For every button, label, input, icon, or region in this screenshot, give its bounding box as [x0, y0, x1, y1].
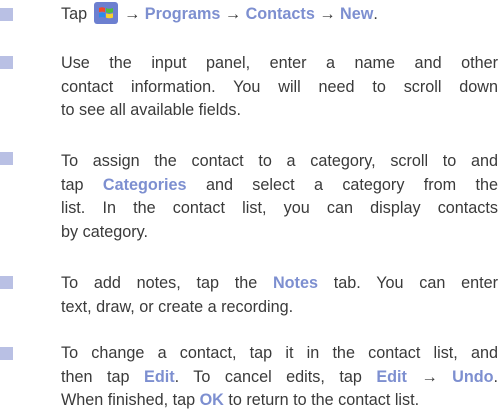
step-3-line-2-post: and select a category from the — [205, 175, 499, 194]
arrow-1: → — [124, 5, 141, 23]
categories-label: Categories — [102, 175, 187, 194]
step-1-tap: Tap — [61, 5, 88, 23]
windows-start-icon — [93, 2, 118, 24]
bullet-square-icon — [0, 56, 13, 69]
bullet-square-icon — [0, 152, 13, 165]
step-3-line-2: tap Categories and select a category fro… — [61, 174, 498, 198]
bullet-square-icon — [0, 347, 13, 360]
step-3-tap: tap — [61, 175, 84, 194]
step-2-line-2: contact information. You will need to sc… — [61, 77, 498, 96]
new-label: New — [340, 5, 374, 23]
step-2-line-3: to see all available fields. — [61, 101, 241, 119]
step-5-finished-text: When finished, tap — [61, 391, 196, 409]
step-5-text: To change a contact, tap it in the conta… — [61, 342, 498, 413]
step-5-cancel-text: . To cancel edits, tap — [174, 367, 362, 386]
step-1-end: . — [373, 5, 378, 23]
step-3-line-1: To assign the contact to a category, scr… — [61, 152, 498, 170]
step-4-line-1-pre: To add notes, tap the — [61, 274, 258, 292]
arrow-2: → — [224, 5, 242, 23]
arrow-edit-undo: → — [421, 367, 438, 386]
step-5-line-3: When finished, tap OK to return to the c… — [61, 389, 498, 413]
step-5-line-2-end: . — [493, 367, 499, 386]
notes-label: Notes — [272, 274, 318, 292]
step-3-line-3: list. In the contact list, you can displ… — [61, 199, 498, 217]
bullet-square-icon — [0, 276, 13, 289]
arrow-3: → — [319, 5, 336, 23]
step-3-text: To assign the contact to a category, scr… — [61, 150, 498, 244]
undo-label: Undo — [452, 367, 494, 386]
step-2-line-1: Use the input panel, enter a name and ot… — [61, 54, 498, 72]
step-4-line-1-post: tab. You can enter — [333, 274, 499, 292]
edit-label-2: Edit — [376, 367, 407, 386]
step-4-line-2: text, draw, or create a recording. — [61, 297, 294, 316]
step-5-line-1: To change a contact, tap it in the conta… — [61, 344, 498, 362]
step-5-line-2: then tap Edit. To cancel edits, tap Edit… — [61, 366, 498, 390]
step-5-return-text: to return to the contact list. — [228, 391, 420, 409]
step-5-then-tap: then tap — [61, 367, 130, 386]
step-1-text: Tap → Programs → Contacts → New. — [61, 2, 498, 27]
step-3-line-4: by category. — [61, 222, 148, 241]
ok-label: OK — [199, 391, 224, 409]
programs-label: Programs — [144, 5, 221, 23]
step-4-line-1: To add notes, tap the Notes tab. You can… — [61, 272, 498, 296]
step-2-text: Use the input panel, enter a name and ot… — [61, 52, 498, 123]
contacts-label: Contacts — [245, 5, 315, 23]
bullet-square-icon — [0, 8, 13, 21]
step-4-text: To add notes, tap the Notes tab. You can… — [61, 272, 498, 319]
edit-label-1: Edit — [144, 367, 175, 386]
